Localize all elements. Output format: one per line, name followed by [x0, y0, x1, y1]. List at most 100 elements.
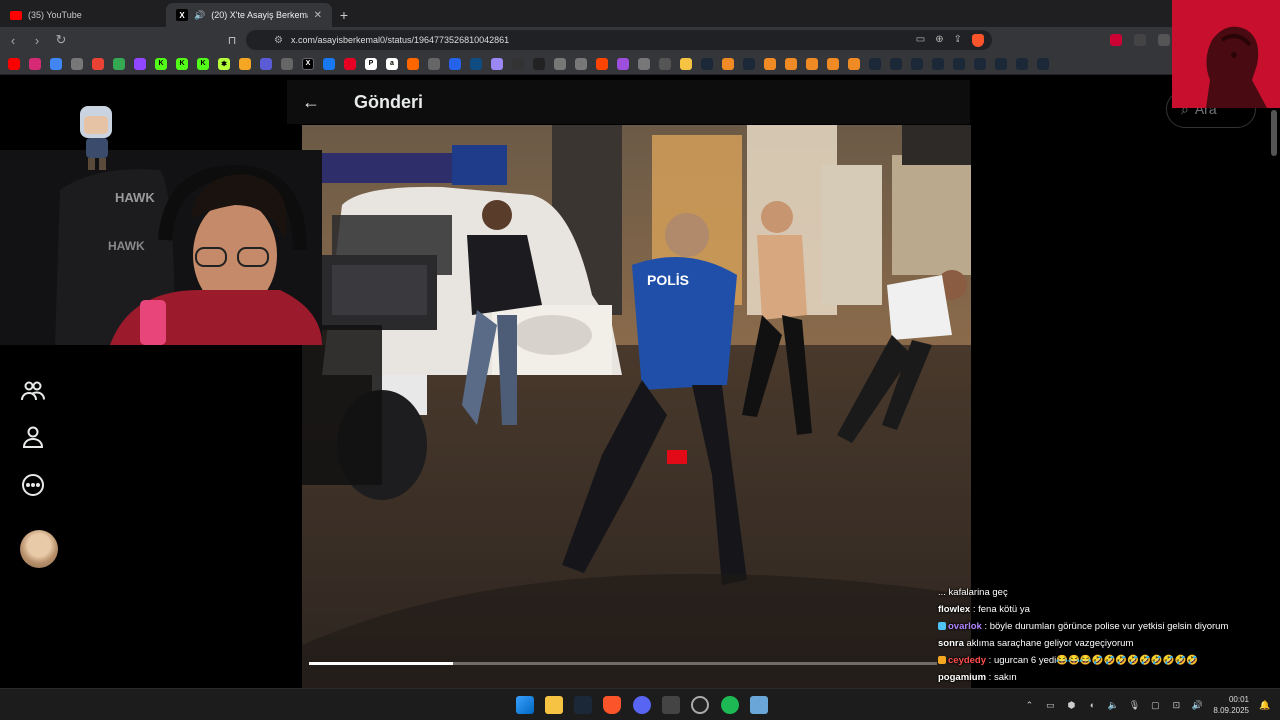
- display-icon[interactable]: ▢: [1150, 700, 1160, 710]
- zoom-icon[interactable]: ⊕: [935, 34, 943, 47]
- steam-icon[interactable]: [574, 696, 592, 714]
- new-tab-button[interactable]: +: [332, 3, 356, 27]
- steam-bookmark-icon[interactable]: [701, 57, 713, 70]
- close-icon[interactable]: ✕: [314, 10, 322, 21]
- bookmark-icon[interactable]: [533, 57, 545, 70]
- site-settings-icon[interactable]: ⚙: [274, 35, 283, 46]
- back-arrow-icon[interactable]: ←: [287, 92, 335, 113]
- drive-bookmark-icon[interactable]: [113, 57, 125, 70]
- bookmark-icon[interactable]: [407, 57, 419, 70]
- bookmark-icon[interactable]: [785, 57, 797, 70]
- battery-icon[interactable]: ▭: [1045, 700, 1055, 710]
- profile-icon[interactable]: [20, 424, 46, 450]
- notification-bell-icon[interactable]: 🔔: [1259, 700, 1270, 710]
- reload-button[interactable]: ↻: [50, 29, 72, 51]
- globe-icon[interactable]: [638, 57, 650, 70]
- volume-icon[interactable]: 🔈: [1108, 700, 1119, 710]
- gmail-bookmark-icon[interactable]: [92, 57, 104, 70]
- bookmark-icon[interactable]: ⊓: [224, 32, 240, 48]
- video-progress-bar[interactable]: [309, 662, 937, 665]
- post-video[interactable]: POLİS: [302, 125, 971, 688]
- bookmark-icon[interactable]: [449, 57, 461, 70]
- folder-icon[interactable]: [680, 57, 692, 70]
- discord-icon[interactable]: [633, 696, 651, 714]
- kick-bookmark-icon[interactable]: K: [197, 57, 209, 70]
- bookmark-icon[interactable]: [470, 57, 482, 70]
- windows-start-icon[interactable]: [516, 696, 534, 714]
- globe-icon[interactable]: [554, 57, 566, 70]
- brave-shield-icon[interactable]: [972, 33, 984, 47]
- amazon-bookmark-icon[interactable]: a: [386, 57, 398, 70]
- bookmark-icon[interactable]: [764, 57, 776, 70]
- kick-bookmark-icon[interactable]: K: [155, 57, 167, 70]
- bookmark-icon[interactable]: [512, 57, 524, 70]
- bookmark-icon[interactable]: [827, 57, 839, 70]
- microphone-icon[interactable]: 🎙: [1129, 700, 1140, 710]
- kick-bookmark-icon[interactable]: K: [176, 57, 188, 70]
- bookmark-icon[interactable]: [50, 57, 62, 70]
- steam-bookmark-icon[interactable]: [911, 57, 923, 70]
- chat-badge-icon: [938, 656, 946, 664]
- tab-youtube[interactable]: (35) YouTube: [0, 3, 166, 27]
- avatar[interactable]: [20, 530, 58, 568]
- communities-icon[interactable]: [20, 378, 46, 404]
- brave-icon[interactable]: [603, 696, 621, 714]
- chat-username: pogamium: [938, 672, 987, 683]
- bookmark-icon[interactable]: [323, 57, 335, 70]
- bookmark-icon[interactable]: P: [365, 57, 377, 70]
- steam-bookmark-icon[interactable]: [974, 57, 986, 70]
- steam-bookmark-icon[interactable]: [1016, 57, 1028, 70]
- video-frame: POLİS: [302, 125, 971, 688]
- extensions-puzzle-icon[interactable]: [1158, 34, 1170, 46]
- speaker-icon[interactable]: 🔊: [1192, 700, 1203, 710]
- app-tray-icon[interactable]: ⬢: [1066, 700, 1076, 710]
- x-bookmark-icon[interactable]: X: [302, 57, 314, 70]
- steam-bookmark-icon[interactable]: [743, 57, 755, 70]
- tab-x-post[interactable]: X 🔊 (20) X'te Asayiş Berkemal: "Al" ✕: [166, 3, 332, 27]
- steam-bookmark-icon[interactable]: [953, 57, 965, 70]
- scrollbar[interactable]: [1271, 110, 1277, 156]
- bookmark-icon[interactable]: [281, 57, 293, 70]
- extension-icon[interactable]: [1110, 34, 1122, 46]
- bookmark-icon[interactable]: [428, 57, 440, 70]
- instagram-bookmark-icon[interactable]: [29, 57, 41, 70]
- bookmark-icon[interactable]: [722, 57, 734, 70]
- twitch-bookmark-icon[interactable]: [134, 57, 146, 70]
- spotify-icon[interactable]: [721, 696, 739, 714]
- steam-bookmark-icon[interactable]: [890, 57, 902, 70]
- app-icon[interactable]: [750, 696, 768, 714]
- bookmark-icon[interactable]: [239, 57, 251, 70]
- bookmark-icon[interactable]: [617, 57, 629, 70]
- chat-message: ovarlok : böyle durumları görünce polise…: [932, 618, 1280, 635]
- steam-bookmark-icon[interactable]: [1037, 57, 1049, 70]
- youtube-bookmark-icon[interactable]: [8, 57, 20, 70]
- network-icon[interactable]: ⊡: [1171, 700, 1181, 710]
- steam-bookmark-icon[interactable]: [995, 57, 1007, 70]
- obs-icon[interactable]: [691, 696, 709, 714]
- extension-icon[interactable]: [1134, 34, 1146, 46]
- globe-icon[interactable]: [71, 57, 83, 70]
- app-icon[interactable]: [662, 696, 680, 714]
- url-text[interactable]: x.com/asayisberkemal0/status/19647735268…: [291, 35, 509, 45]
- more-options-icon[interactable]: [20, 472, 46, 498]
- bookmark-icon[interactable]: [848, 57, 860, 70]
- clock[interactable]: 00:01 8.09.2025: [1213, 694, 1249, 716]
- steam-bookmark-icon[interactable]: [932, 57, 944, 70]
- file-explorer-icon[interactable]: [545, 696, 563, 714]
- bookmark-icon[interactable]: ✱: [218, 57, 230, 70]
- share-icon[interactable]: ⇪: [954, 34, 962, 47]
- steam-bookmark-icon[interactable]: [869, 57, 881, 70]
- bookmark-icon[interactable]: [260, 57, 272, 70]
- address-bar[interactable]: ⊓ ⚙ x.com/asayisberkemal0/status/1964773…: [228, 30, 992, 50]
- reddit-bookmark-icon[interactable]: [596, 57, 608, 70]
- bookmark-icon[interactable]: [491, 57, 503, 70]
- forward-button[interactable]: ›: [26, 29, 48, 51]
- chevron-up-icon[interactable]: ⌃: [1024, 700, 1034, 710]
- cast-icon[interactable]: ▭: [916, 34, 925, 47]
- steam-tray-icon[interactable]: ◐: [1087, 700, 1097, 710]
- bookmark-icon[interactable]: [659, 57, 671, 70]
- bookmark-icon[interactable]: [806, 57, 818, 70]
- pinterest-bookmark-icon[interactable]: [344, 57, 356, 70]
- globe-icon[interactable]: [575, 57, 587, 70]
- back-button[interactable]: ‹: [2, 29, 24, 51]
